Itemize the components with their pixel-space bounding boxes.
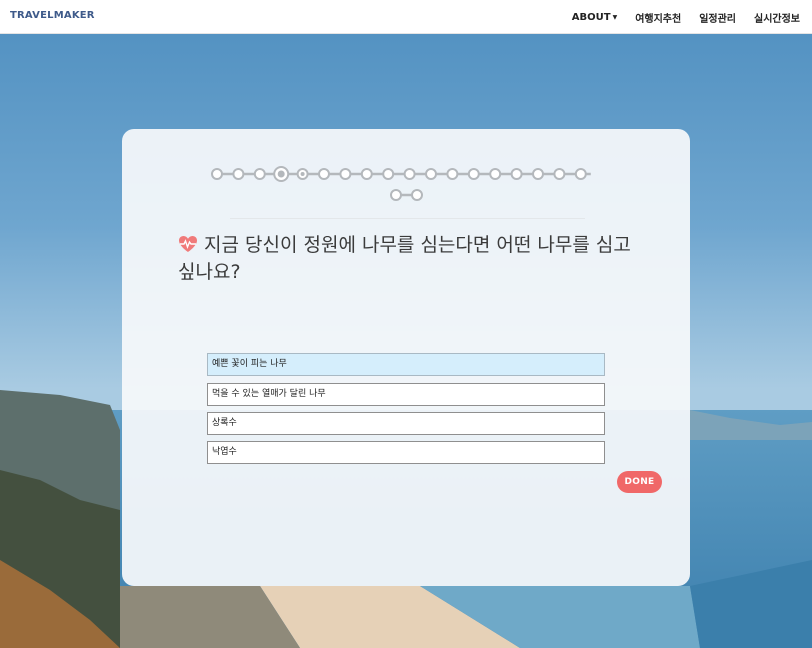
progress-step-dot	[300, 172, 305, 176]
nav-item-recommend[interactable]: 여행지추천	[635, 10, 681, 25]
option-evergreen[interactable]: 상록수	[207, 412, 605, 435]
survey-card: 지금 당신이 정원에 나무를 심는다면 어떤 나무를 심고 싶나요? 예쁜 꽃이…	[122, 129, 690, 586]
nav-item-about[interactable]: ABOUT ▼	[572, 12, 617, 23]
divider	[230, 218, 585, 219]
progress-step-dot	[277, 170, 285, 178]
progress-step	[446, 168, 459, 180]
top-navbar: TRAVELMAKER ABOUT ▼ 여행지추천 일정관리 실시간정보	[0, 0, 812, 34]
progress-step	[318, 168, 330, 180]
progress-step	[425, 168, 437, 180]
progress-step	[232, 168, 245, 180]
progress-steps	[211, 166, 591, 201]
progress-step	[467, 168, 480, 180]
progress-step	[489, 168, 502, 180]
chevron-down-icon: ▼	[612, 14, 618, 21]
brand-logo[interactable]: TRAVELMAKER	[10, 10, 95, 21]
progress-step	[574, 168, 587, 180]
nav-item-schedule[interactable]: 일정관리	[699, 10, 736, 25]
progress-step	[403, 168, 416, 180]
question-label: 지금 당신이 정원에 나무를 심는다면 어떤 나무를 심고 싶나요?	[178, 234, 631, 283]
option-deciduous[interactable]: 낙엽수	[207, 441, 605, 464]
progress-step	[510, 168, 523, 180]
option-fruit-tree[interactable]: 먹을 수 있는 열매가 달린 나무	[207, 383, 605, 406]
progress-step	[382, 168, 395, 180]
done-button[interactable]: DONE	[617, 471, 662, 493]
progress-step	[390, 189, 402, 201]
progress-step	[360, 168, 373, 180]
progress-step	[553, 168, 566, 180]
progress-step	[339, 168, 352, 180]
nav-item-about-label: ABOUT	[571, 12, 611, 23]
progress-step	[411, 189, 423, 201]
progress-step	[532, 168, 544, 180]
progress-step	[253, 168, 266, 180]
question-text: 지금 당신이 정원에 나무를 심는다면 어떤 나무를 심고 싶나요?	[178, 232, 648, 286]
nav-menu: ABOUT ▼ 여행지추천 일정관리 실시간정보	[572, 10, 800, 25]
option-flowering-tree[interactable]: 예쁜 꽃이 피는 나무	[207, 353, 605, 376]
heart-pulse-icon	[179, 236, 197, 252]
nav-item-realtime[interactable]: 실시간정보	[754, 10, 800, 25]
progress-step	[211, 168, 223, 180]
